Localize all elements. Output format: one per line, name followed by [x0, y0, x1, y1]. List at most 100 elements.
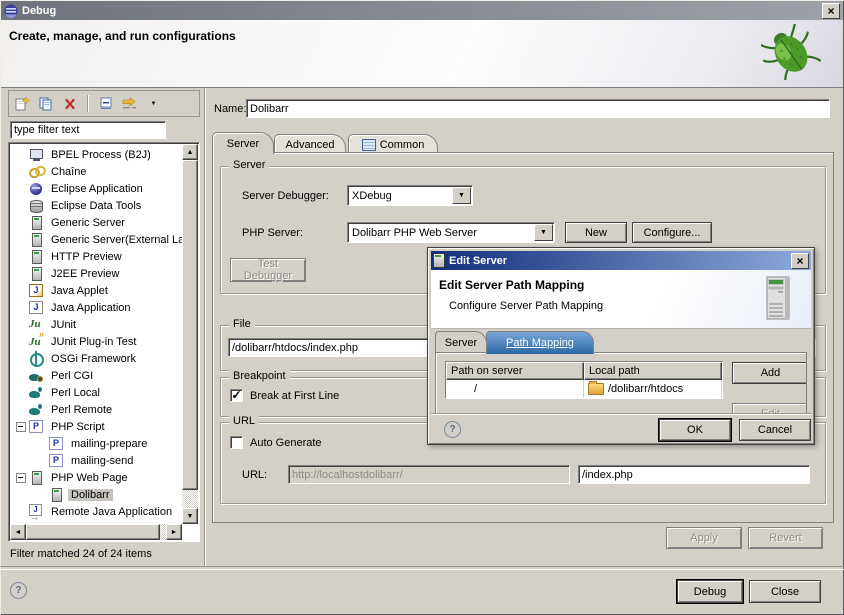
mapping-row[interactable]: //dolibarr/htdocs — [446, 380, 722, 398]
cancel-button[interactable]: Cancel — [739, 419, 811, 441]
window-titlebar: Debug — [1, 1, 843, 20]
php-icon — [28, 419, 44, 434]
tree-hscroll-thumb[interactable] — [26, 524, 160, 540]
java-icon — [28, 300, 44, 315]
new-server-button[interactable]: New — [565, 222, 627, 243]
tree-item-perl-remote[interactable]: Perl Remote — [10, 401, 183, 418]
tree-item-bpel-process-b2j[interactable]: BPEL Process (B2J) — [10, 146, 183, 163]
name-label: Name: — [214, 103, 246, 115]
auto-generate-label: Auto Generate — [250, 437, 322, 449]
php-server-value: Dolibarr PHP Web Server — [348, 227, 533, 239]
tree-item-osgi-framework[interactable]: OSGi Framework — [10, 350, 183, 367]
server-debugger-select[interactable]: XDebug — [347, 185, 473, 206]
server-icon — [28, 266, 44, 281]
filter-menu-dropdown-icon[interactable] — [145, 95, 162, 112]
filter-icon[interactable] — [121, 95, 138, 112]
url-label: URL: — [242, 469, 267, 481]
tree-item-perl-cgi[interactable]: Perl CGI — [10, 367, 183, 384]
dropdown-arrow-icon[interactable] — [534, 224, 553, 241]
table-header-row: Path on server Local path — [446, 362, 722, 380]
tree-panel: BPEL Process (B2J)ChaîneEclipse Applicat… — [8, 142, 200, 542]
tree-item-label: PHP Web Page — [48, 472, 131, 484]
tree-item-java-application[interactable]: Java Application — [10, 299, 183, 316]
dialog-tab-path-mapping-label: Path Mapping — [506, 337, 574, 349]
dialog-button-bar: OK Cancel — [431, 413, 811, 443]
tree-item-remote-java-application[interactable]: Remote Java Application — [10, 503, 183, 520]
tree-item-generic-server-external-la[interactable]: Generic Server(External La — [10, 231, 183, 248]
launch-type-tree[interactable]: BPEL Process (B2J)ChaîneEclipse Applicat… — [10, 144, 183, 524]
tree-item-http-preview[interactable]: HTTP Preview — [10, 248, 183, 265]
perl-icon — [28, 402, 44, 417]
base-url-input[interactable] — [288, 465, 570, 484]
tree-item-label: Remote Java Application — [48, 506, 175, 518]
tree-item-generic-server[interactable]: Generic Server — [10, 214, 183, 231]
duplicate-icon[interactable] — [37, 95, 54, 112]
help-icon[interactable] — [10, 582, 27, 599]
server-icon — [48, 487, 64, 502]
tab-advanced[interactable]: Advanced — [274, 134, 346, 154]
configure-server-button[interactable]: Configure... — [632, 222, 712, 243]
name-input[interactable] — [246, 99, 830, 118]
edit-server-titlebar: Edit Server — [431, 251, 811, 270]
php-server-label: PHP Server: — [242, 227, 303, 239]
tab-common[interactable]: Common — [348, 134, 438, 154]
server-window-icon — [433, 253, 445, 268]
tree-item-perl-local[interactable]: Perl Local — [10, 384, 183, 401]
chain-icon — [28, 164, 44, 179]
apply-button[interactable]: Apply — [666, 527, 742, 549]
add-mapping-button[interactable]: Add — [732, 362, 807, 384]
osgi-icon — [28, 351, 44, 366]
tree-item-j2ee-preview[interactable]: J2EE Preview — [10, 265, 183, 282]
column-local-path[interactable]: Local path — [584, 362, 722, 380]
dialog-close-icon[interactable] — [791, 253, 809, 269]
new-launch-config-icon[interactable] — [13, 95, 30, 112]
window-close-icon[interactable] — [822, 3, 840, 19]
dialog-subheading: Configure Server Path Mapping — [449, 300, 603, 312]
tree-item-dolibarr[interactable]: Dolibarr — [10, 486, 183, 503]
close-button[interactable]: Close — [749, 580, 821, 603]
path-mapping-table[interactable]: Path on server Local path //dolibarr/htd… — [445, 361, 723, 399]
php-server-select[interactable]: Dolibarr PHP Web Server — [347, 222, 555, 243]
tree-item-label: Java Application — [48, 302, 134, 314]
tree-item-cha-ne[interactable]: Chaîne — [10, 163, 183, 180]
tree-item-label: Perl CGI — [48, 370, 96, 382]
scroll-up-icon[interactable]: ▲ — [182, 144, 198, 160]
tree-item-eclipse-data-tools[interactable]: Eclipse Data Tools — [10, 197, 183, 214]
dialog-tab-server[interactable]: Server — [435, 331, 487, 354]
break-first-line-checkbox[interactable] — [230, 389, 243, 402]
url-path-input[interactable] — [578, 465, 810, 484]
auto-generate-checkbox[interactable] — [230, 436, 243, 449]
scroll-right-icon[interactable]: ► — [166, 524, 182, 540]
collapse-all-icon[interactable] — [97, 95, 114, 112]
tree-item-php-script[interactable]: PHP Script — [10, 418, 183, 435]
revert-button[interactable]: Revert — [748, 527, 823, 549]
file-group-label: File — [229, 318, 255, 330]
tree-item-eclipse-application[interactable]: Eclipse Application — [10, 180, 183, 197]
tree-item-java-applet[interactable]: Java Applet — [10, 282, 183, 299]
column-path-on-server[interactable]: Path on server — [446, 362, 584, 380]
scroll-down-icon[interactable]: ▼ — [182, 508, 198, 524]
page-title: Create, manage, and run configurations — [9, 29, 236, 43]
delete-icon[interactable] — [61, 95, 78, 112]
tab-server[interactable]: Server — [212, 132, 274, 154]
dialog-help-icon[interactable] — [444, 421, 461, 438]
debug-button[interactable]: Debug — [677, 580, 743, 603]
test-debugger-button[interactable]: Test Debugger — [230, 258, 306, 282]
tree-item-label: Generic Server — [48, 217, 128, 229]
perl-icon — [28, 385, 44, 400]
tree-item-mailing-prepare[interactable]: mailing-prepare — [10, 435, 183, 452]
dropdown-arrow-icon[interactable] — [452, 187, 471, 204]
tree-item-junit[interactable]: JUnit — [10, 316, 183, 333]
applet-icon — [28, 283, 44, 298]
filter-input[interactable] — [10, 121, 166, 139]
tree-item-junit-plug-in-test[interactable]: JUnit Plug-in Test — [10, 333, 183, 350]
dialog-tab-path-mapping[interactable]: Path Mapping — [486, 331, 594, 354]
tree-item-mailing-send[interactable]: mailing-send — [10, 452, 183, 469]
ok-button[interactable]: OK — [659, 419, 731, 441]
scroll-left-icon[interactable]: ◄ — [10, 524, 26, 540]
server-icon — [28, 215, 44, 230]
server-group-label: Server — [229, 159, 269, 171]
tree-vscroll-thumb[interactable] — [182, 160, 198, 490]
php-icon — [48, 436, 64, 451]
tree-item-php-web-page[interactable]: PHP Web Page — [10, 469, 183, 486]
